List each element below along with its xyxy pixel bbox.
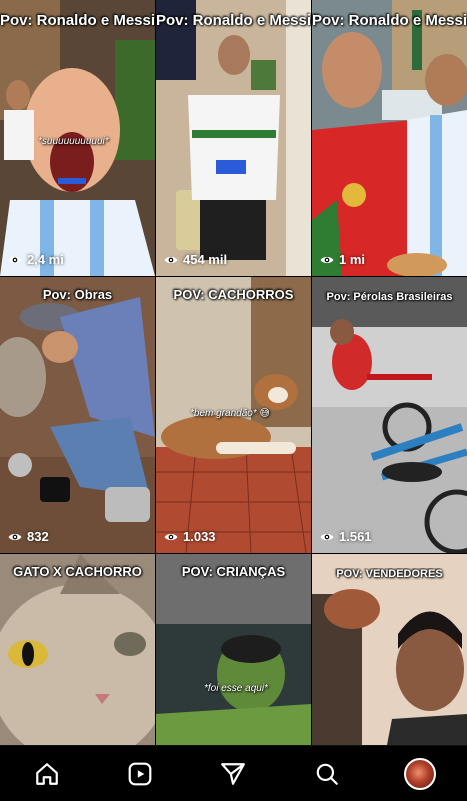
reel-tile-vendedores[interactable]: POV: VENDEDORES	[312, 554, 467, 745]
reel-tile-ronaldo-messi-3[interactable]: Pov: Ronaldo e Messi 1 mi	[312, 0, 467, 276]
reel-caption: Pov: Obras	[42, 287, 113, 302]
view-count-label: 1.561	[339, 529, 372, 544]
reel-tile-cachorros[interactable]: POV: CACHORROS *bem grandão* 😅 1.033	[156, 277, 311, 553]
nav-reels-button[interactable]	[120, 754, 160, 794]
reel-tile-obras[interactable]: Pov: Obras 832	[0, 277, 155, 553]
reel-tile-ronaldo-messi-1[interactable]: Pov: Ronaldo e Messi *suuuuuuuuuui* 2,4 …	[0, 0, 155, 276]
profile-avatar	[404, 757, 437, 790]
eye-icon	[164, 256, 178, 263]
reel-caption: POV: CACHORROS	[173, 287, 294, 302]
eye-icon	[164, 533, 178, 540]
reel-caption: Pov: Pérolas Brasileiras	[326, 291, 453, 303]
view-count-label: 1 mi	[339, 252, 366, 267]
reel-subtitle: *suuuuuuuuuui*	[38, 136, 109, 147]
eye-icon	[8, 533, 22, 540]
reel-thumbnail	[156, 0, 311, 276]
reel-caption: GATO X CACHORRO	[13, 564, 142, 579]
view-count: 1.561	[320, 529, 372, 544]
reel-caption: POV: CRIANÇAS	[181, 564, 286, 579]
reel-caption: POV: VENDEDORES	[336, 568, 443, 580]
reel-subtitle: *foi esse aqui*	[204, 683, 268, 694]
view-count-label: 2,4 mi	[27, 252, 64, 267]
view-count: 454 mil	[164, 252, 227, 267]
view-count-label: 454 mil	[183, 252, 228, 267]
reel-thumbnail	[312, 277, 467, 553]
view-count: 1 mi	[320, 252, 365, 267]
home-icon	[35, 762, 58, 785]
view-count: 1.033	[164, 529, 216, 544]
bottom-nav-bar	[0, 745, 467, 801]
reel-thumbnail	[0, 277, 155, 553]
nav-direct-button[interactable]	[213, 754, 253, 794]
nav-search-button[interactable]	[307, 754, 347, 794]
reel-tile-ronaldo-messi-2[interactable]: Pov: Ronaldo e Messi 454 mil	[156, 0, 311, 276]
reel-subtitle: *bem grandão* 😅	[190, 408, 270, 419]
reel-tile-perolas-brasileiras[interactable]: Pov: Pérolas Brasileiras 1.561	[312, 277, 467, 553]
view-count: 2,4 mi	[8, 252, 64, 267]
eye-icon	[8, 256, 22, 263]
reel-tile-criancas[interactable]: POV: CRIANÇAS *foi esse aqui*	[156, 554, 311, 745]
nav-home-button[interactable]	[27, 754, 67, 794]
reel-thumbnail	[0, 554, 155, 745]
eye-icon	[320, 256, 334, 263]
view-count: 832	[8, 529, 49, 544]
reel-caption: Pov: Ronaldo e Messi	[0, 12, 155, 29]
reels-icon	[128, 762, 152, 785]
direct-send-icon	[221, 762, 246, 785]
view-count-label: 1.033	[183, 529, 216, 544]
reel-caption: Pov: Ronaldo e Messi	[156, 12, 311, 29]
search-icon	[316, 763, 338, 785]
reels-grid: Pov: Ronaldo e Messi *suuuuuuuuuui* 2,4 …	[0, 0, 467, 745]
nav-profile-button[interactable]	[400, 754, 440, 794]
reel-caption: Pov: Ronaldo e Messi	[312, 12, 467, 29]
reel-thumbnail	[156, 554, 311, 745]
reel-thumbnail	[312, 554, 467, 745]
eye-icon	[320, 533, 334, 540]
reel-tile-gato-x-cachorro[interactable]: GATO X CACHORRO	[0, 554, 155, 745]
view-count-label: 832	[27, 529, 49, 544]
reel-thumbnail	[312, 0, 467, 276]
